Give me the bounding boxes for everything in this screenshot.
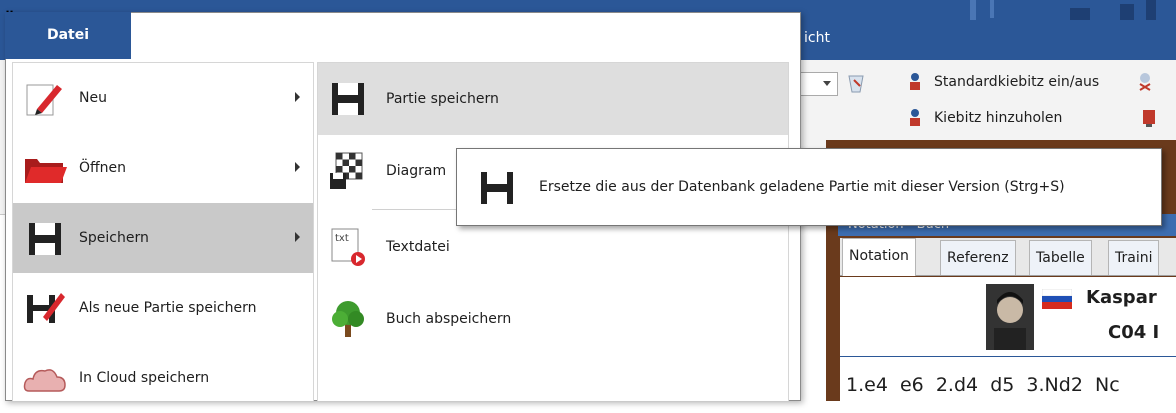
menu-item-als-neue-partie[interactable]: Als neue Partie speichern	[13, 273, 313, 343]
chessboard-diagram-icon	[330, 152, 363, 189]
text-file-icon: txt	[331, 228, 365, 266]
menu-item-oeffnen[interactable]: Öffnen	[13, 133, 313, 203]
tab-datei[interactable]: Datei	[5, 12, 131, 59]
submenu-item-label: Partie speichern	[386, 91, 499, 107]
submenu-arrow-icon	[295, 92, 300, 102]
tooltip-text: Ersetze die aus der Datenbank geladene P…	[539, 179, 1065, 195]
submenu-item-label: Textdatei	[386, 239, 450, 255]
floppy-disk-icon	[29, 223, 61, 255]
submenu-item-partie-speichern[interactable]: Partie speichern	[318, 63, 788, 135]
submenu-item-label: Diagram	[386, 163, 447, 179]
notation-tab-bar: Notation Referenz Tabelle Traini	[840, 238, 1176, 276]
menu-item-neu[interactable]: Neu	[13, 63, 313, 133]
russia-flag-icon	[1042, 289, 1072, 309]
menu-item-label: Neu	[79, 90, 107, 106]
menu-item-label: In Cloud speichern	[79, 370, 210, 386]
menu-item-label: Speichern	[79, 230, 149, 246]
svg-text:txt: txt	[335, 233, 349, 244]
menu-item-label: Öffnen	[79, 160, 127, 176]
player-photo	[986, 284, 1034, 350]
submenu-item-label: Buch abspeichern	[386, 311, 512, 327]
file-menu-list: Neu Öffnen Speichern Als neue Partie spe…	[12, 62, 314, 401]
cloud-icon	[23, 369, 66, 392]
tree-icon	[332, 301, 364, 337]
menu-item-label: Als neue Partie speichern	[79, 300, 257, 316]
notation-separator	[840, 356, 1176, 357]
standardkiebitz-button[interactable]: Standardkiebitz ein/aus	[934, 74, 1099, 90]
kibitz-remove-icon[interactable]	[1136, 72, 1154, 92]
eco-code: C04 I	[1108, 322, 1160, 343]
kibitz-add-icon	[910, 109, 920, 126]
menu-item-cloud[interactable]: In Cloud speichern	[13, 343, 313, 413]
floppy-disk-icon	[481, 172, 513, 204]
tab-referenz[interactable]: Referenz	[940, 240, 1016, 275]
submenu-arrow-icon	[295, 162, 300, 172]
new-pencil-icon	[26, 84, 62, 116]
player-name: Kaspar	[1086, 287, 1157, 308]
floppy-disk-icon	[332, 83, 364, 115]
tab-notation[interactable]: Notation	[842, 238, 916, 276]
tab-tabelle[interactable]: Tabelle	[1029, 240, 1092, 275]
ribbon-combobox[interactable]	[798, 72, 838, 96]
speichern-submenu: Partie speichern Diagram txt Textdatei B…	[317, 62, 789, 401]
tab-ansicht[interactable]: icht	[804, 30, 830, 46]
submenu-item-buch[interactable]: Buch abspeichern	[318, 283, 788, 355]
chevron-down-icon	[823, 81, 831, 86]
save-as-icon	[27, 293, 65, 323]
engine-icon[interactable]	[1140, 108, 1158, 128]
folder-open-icon	[25, 159, 67, 183]
move-list[interactable]: 1.e4 e6 2.d4 d5 3.Nd2 Nc	[846, 374, 1120, 396]
menu-item-speichern[interactable]: Speichern	[13, 203, 313, 273]
eraser-icon[interactable]	[846, 72, 868, 96]
tab-training[interactable]: Traini	[1108, 240, 1160, 275]
submenu-arrow-icon	[295, 232, 300, 242]
kibitz-icon	[910, 73, 920, 90]
kiebitz-hinzuholen-button[interactable]: Kiebitz hinzuholen	[934, 110, 1062, 126]
tooltip: Ersetze die aus der Datenbank geladene P…	[456, 148, 1162, 226]
